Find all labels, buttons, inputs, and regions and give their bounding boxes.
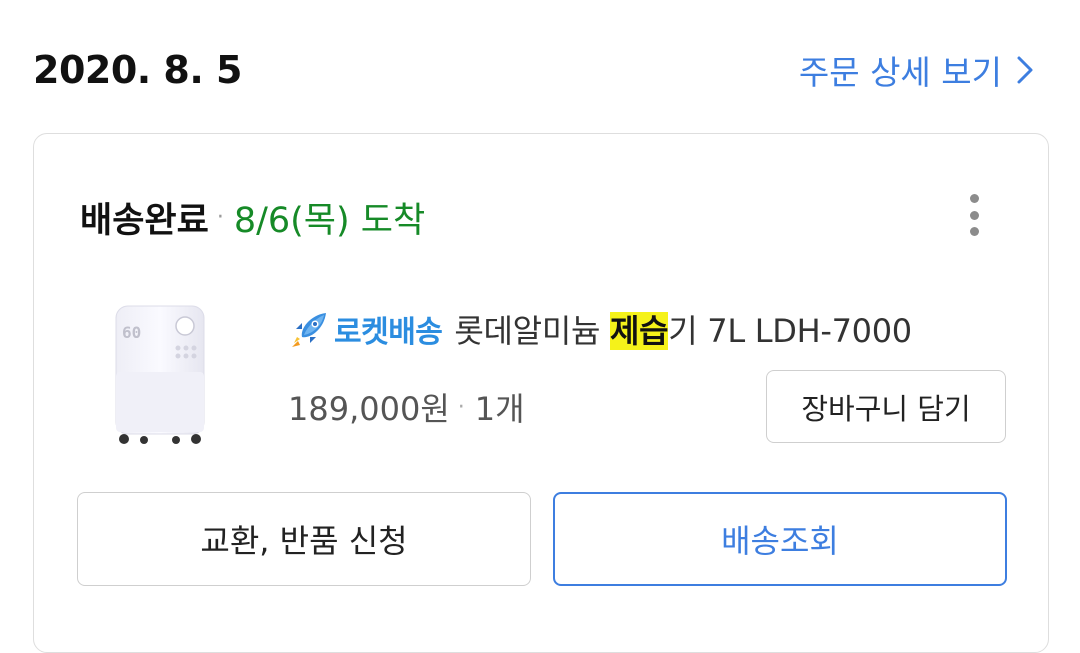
product-name-row[interactable]: 로켓배송 롯데알미늄 제습기 7L LDH-7000 (288, 306, 912, 352)
delivery-tracking-button[interactable]: 배송조회 (553, 492, 1007, 586)
rocket-delivery-badge: 로켓배송 (334, 315, 443, 350)
order-detail-link[interactable]: 주문 상세 보기 (799, 50, 1034, 92)
product-name-prefix: 롯데알미늄 (454, 312, 610, 350)
status-separator: · (216, 205, 224, 230)
rocket-icon (288, 307, 332, 351)
order-date: 2020. 8. 5 (33, 48, 242, 92)
exchange-return-button[interactable]: 교환, 반품 신청 (77, 492, 531, 586)
more-dot (969, 210, 979, 220)
product-name: 롯데알미늄 제습기 7L LDH-7000 (454, 306, 912, 352)
more-options-icon[interactable] (968, 194, 980, 236)
product-price: 189,000원 (288, 390, 450, 428)
delivery-status: 배송완료 (80, 201, 209, 241)
order-card: 배송완료 · 8/6(목) 도착 60 로켓배송 롯데알미늄 제습기 7L LD… (33, 133, 1049, 653)
chevron-right-icon (1016, 55, 1034, 85)
delivery-status-row: 배송완료 · 8/6(목) 도착 (80, 192, 425, 243)
more-dot (969, 194, 979, 203)
add-to-cart-button[interactable]: 장바구니 담기 (766, 370, 1006, 443)
more-dot (969, 227, 979, 236)
product-name-highlight: 제습 (609, 312, 669, 350)
order-detail-link-label: 주문 상세 보기 (798, 53, 1002, 92)
price-row: 189,000원 · 1개 (288, 384, 525, 430)
product-image-display: 60 (122, 323, 141, 342)
price-separator: · (457, 394, 465, 420)
product-image[interactable]: 60 (110, 304, 210, 446)
product-quantity: 1개 (474, 390, 525, 428)
arrival-date: 8/6(목) 도착 (233, 201, 426, 241)
product-name-suffix: 기 7L LDH-7000 (668, 312, 912, 350)
